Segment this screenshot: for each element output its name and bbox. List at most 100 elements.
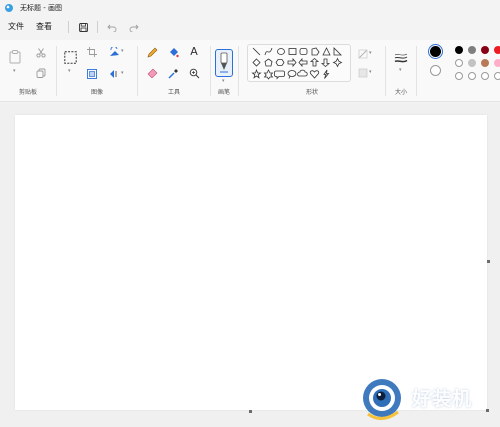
palette-color-brown[interactable] xyxy=(481,59,489,67)
selection-rect-icon xyxy=(63,50,77,64)
shape-outline-button[interactable] xyxy=(356,47,370,61)
group-label-tools: 工具 xyxy=(167,89,180,96)
menu-bar: 文件 查看 xyxy=(0,17,500,37)
palette-color-empty[interactable] xyxy=(468,72,476,80)
chevron-down-icon[interactable]: ▾ xyxy=(121,70,124,76)
copy-button[interactable] xyxy=(34,66,48,80)
palette-color-gray[interactable] xyxy=(468,46,476,54)
divider xyxy=(68,21,69,33)
rotate-button[interactable] xyxy=(107,45,121,59)
palette-color-black[interactable] xyxy=(455,46,463,54)
redo-button[interactable] xyxy=(126,19,142,35)
divider xyxy=(97,21,98,33)
window-title: 无标题 - 画图 xyxy=(20,4,62,12)
ribbon: ▾ 剪贴板 ▾ ▾ ▾ 图像 A 工具 ▾ 画笔 ▾ ▾ 形状 ▾ 大小 xyxy=(0,40,500,102)
chevron-down-icon[interactable]: ▾ xyxy=(222,78,225,84)
text-tool-button[interactable]: A xyxy=(187,44,201,58)
flip-icon xyxy=(109,70,116,78)
size-button[interactable] xyxy=(394,51,408,65)
copy-icon xyxy=(36,68,46,78)
undo-button[interactable] xyxy=(104,19,120,35)
oval-callout-shape-icon xyxy=(287,70,297,79)
curve-shape-icon xyxy=(264,47,273,56)
shape-fill-button[interactable] xyxy=(356,66,370,80)
eraser-tool-button[interactable] xyxy=(145,66,159,80)
pentagon-shape-icon xyxy=(264,58,273,67)
eraser-icon xyxy=(147,68,157,78)
color-picker-tool-button[interactable] xyxy=(166,66,180,80)
diamond-shape-icon xyxy=(252,58,261,67)
five-point-star-shape-icon xyxy=(251,68,262,79)
flip-button[interactable] xyxy=(107,67,121,81)
left-arrow-shape-icon xyxy=(298,57,308,68)
palette-color-red[interactable] xyxy=(494,46,500,54)
up-arrow-shape-icon xyxy=(309,57,320,67)
four-point-star-shape-icon xyxy=(332,57,343,68)
primary-color-swatch[interactable] xyxy=(428,44,443,59)
six-point-star-shape-icon xyxy=(263,69,274,80)
rotate-icon xyxy=(109,47,119,56)
lightning-shape-icon xyxy=(323,69,330,79)
shape-fill-icon xyxy=(358,68,368,78)
palette-color-light-gray[interactable] xyxy=(468,59,476,67)
palette-color-white[interactable] xyxy=(455,59,463,67)
watermark-text: 好装机 xyxy=(412,388,473,410)
polygon-shape-icon xyxy=(311,47,320,56)
resize-button[interactable] xyxy=(85,67,99,81)
palette-color-dark-red[interactable] xyxy=(481,46,489,54)
secondary-color-swatch[interactable] xyxy=(430,65,441,76)
down-arrow-shape-icon xyxy=(320,58,331,68)
chevron-down-icon[interactable]: ▾ xyxy=(369,69,372,75)
paint-bucket-icon xyxy=(169,47,179,57)
group-shapes: ▾ ▾ 形状 xyxy=(239,40,385,102)
undo-icon xyxy=(107,24,117,32)
canvas-resize-handle-right[interactable] xyxy=(487,260,490,263)
crop-button[interactable] xyxy=(85,45,99,59)
oval-shape-icon xyxy=(277,48,285,55)
menu-file[interactable]: 文件 xyxy=(0,18,30,36)
heart-shape-icon xyxy=(309,70,320,79)
line-size-icon xyxy=(394,53,408,63)
paint-app-icon xyxy=(5,4,13,12)
magnifier-icon xyxy=(189,68,199,78)
palette-color-empty[interactable] xyxy=(481,72,489,80)
chevron-down-icon[interactable]: ▾ xyxy=(121,48,124,54)
resize-icon xyxy=(87,69,97,79)
chevron-down-icon[interactable]: ▾ xyxy=(68,68,71,74)
rounded-callout-shape-icon xyxy=(274,70,285,80)
shape-outline-icon xyxy=(358,49,368,59)
drawing-canvas[interactable] xyxy=(15,115,487,410)
group-colors xyxy=(417,40,500,102)
save-button[interactable] xyxy=(75,19,91,35)
brushes-button[interactable] xyxy=(215,49,233,77)
pencil-tool-button[interactable] xyxy=(145,45,159,59)
brush-icon xyxy=(220,52,228,73)
right-arrow-shape-icon xyxy=(287,57,297,68)
quick-access-toolbar xyxy=(68,19,142,35)
palette-color-pink[interactable] xyxy=(494,59,500,67)
chevron-down-icon[interactable]: ▾ xyxy=(399,67,402,73)
cut-button[interactable] xyxy=(34,46,48,60)
chevron-down-icon[interactable]: ▾ xyxy=(369,50,372,56)
pencil-icon xyxy=(147,47,157,57)
palette-color-empty[interactable] xyxy=(494,72,500,80)
group-size: ▾ 大小 xyxy=(386,40,416,102)
magnifier-tool-button[interactable] xyxy=(187,66,201,80)
chevron-down-icon[interactable]: ▾ xyxy=(13,68,16,74)
paste-button[interactable] xyxy=(8,50,22,64)
group-label-brushes: 画笔 xyxy=(217,89,230,96)
rectangle-shape-icon xyxy=(288,48,297,55)
watermark: 好装机 xyxy=(360,372,500,427)
fill-tool-button[interactable] xyxy=(166,45,180,59)
canvas-resize-handle-bottom[interactable] xyxy=(249,410,252,413)
save-icon xyxy=(78,22,88,32)
group-label-clipboard: 剪贴板 xyxy=(18,89,37,96)
right-triangle-shape-icon xyxy=(333,47,342,56)
scissors-icon xyxy=(36,48,46,58)
palette-color-empty[interactable] xyxy=(455,72,463,80)
select-button[interactable] xyxy=(63,50,77,64)
triangle-shape-icon xyxy=(322,47,331,56)
eyedropper-icon xyxy=(168,68,178,78)
cloud-callout-shape-icon xyxy=(297,69,308,77)
menu-view[interactable]: 查看 xyxy=(30,18,58,36)
